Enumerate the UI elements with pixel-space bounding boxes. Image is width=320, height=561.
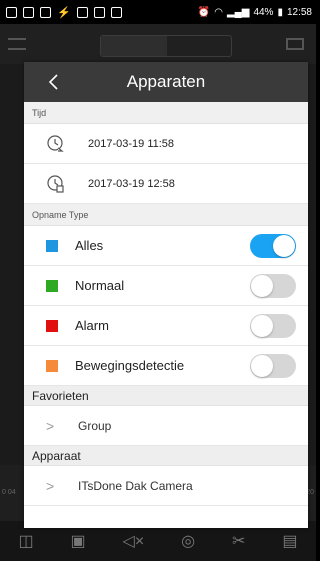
type-label: Bewegingsdetectie — [75, 358, 185, 373]
app-icon — [76, 6, 88, 18]
alarm-clock-icon: ⏰ — [197, 6, 211, 18]
toggle-knob — [251, 275, 273, 297]
menu-icon[interactable] — [8, 38, 26, 50]
battery-icon: ▮ — [277, 6, 283, 18]
toggle-knob — [251, 315, 273, 337]
flash-icon: ⚡ — [57, 6, 71, 19]
type-label: Alarm — [75, 318, 109, 333]
zoom-icon[interactable]: ◎ — [181, 531, 195, 551]
alarm-toggle[interactable] — [250, 314, 296, 338]
end-time-value: 2017-03-19 12:58 — [88, 177, 175, 190]
favorite-item-group[interactable]: > Group — [24, 406, 308, 446]
type-row-bewegingsdetectie: Bewegingsdetectie — [24, 346, 308, 386]
start-time-row[interactable]: 2017-03-19 11:58 — [24, 124, 308, 164]
linkedin-icon — [40, 6, 51, 18]
video-view-tab[interactable] — [101, 36, 167, 56]
end-time-icon — [47, 174, 64, 193]
notification-icons: ⚡ — [0, 6, 122, 19]
battery-percentage: 44% — [253, 6, 274, 18]
device-section-header: Apparaat — [24, 446, 308, 466]
color-swatch-red — [46, 319, 58, 332]
background-top-bar — [0, 24, 316, 64]
type-label: Alles — [75, 238, 104, 253]
timeline-label-left: 0 04 — [2, 489, 16, 496]
clock: 12:58 — [286, 6, 312, 18]
device-item[interactable]: > ITsDone Dak Camera — [24, 466, 308, 506]
bewegingsdetectie-toggle[interactable] — [250, 354, 296, 378]
status-bar: ⚡ ⏰ ◠ ▂▄▆ 44% ▮ 12:58 — [0, 0, 316, 24]
start-time-icon — [47, 134, 64, 152]
device-label: ITsDone Dak Camera — [78, 478, 193, 493]
time-section-header: Tijd — [24, 102, 308, 124]
favorite-label: Group — [78, 418, 112, 433]
panel-header: Apparaten — [24, 62, 308, 102]
normaal-toggle[interactable] — [250, 274, 296, 298]
alles-toggle[interactable] — [250, 234, 296, 258]
app-icon — [93, 6, 105, 18]
video-record-icon[interactable]: ▣ — [71, 531, 86, 551]
wifi-icon: ◠ — [214, 6, 223, 18]
type-row-alarm: Alarm — [24, 306, 308, 346]
view-mode-toggle[interactable] — [100, 35, 232, 57]
type-row-alles: Alles — [24, 226, 308, 266]
toggle-knob — [273, 235, 295, 257]
save-icon[interactable]: ▤ — [282, 531, 297, 551]
chevron-right-icon: > — [46, 477, 55, 494]
end-time-row[interactable]: 2017-03-19 12:58 — [24, 164, 308, 204]
recording-type-section-header: Opname Type — [24, 204, 308, 226]
start-time-value: 2017-03-19 11:58 — [88, 137, 175, 150]
type-label: Normaal — [75, 278, 125, 293]
mute-icon[interactable]: ◁× — [123, 531, 145, 551]
signal-icon: ▂▄▆ — [226, 6, 250, 18]
mail-icon — [23, 6, 34, 18]
color-swatch-green — [46, 279, 58, 292]
favorites-section-header: Favorieten — [24, 386, 308, 406]
color-swatch-blue — [46, 239, 58, 252]
back-arrow-icon[interactable] — [44, 72, 64, 92]
chevron-right-icon: > — [46, 417, 55, 434]
layout-icon[interactable] — [286, 38, 304, 50]
app-icon — [110, 6, 122, 18]
toggle-knob — [251, 355, 273, 377]
camera-icon[interactable]: ◫ — [18, 531, 33, 551]
notification-icon — [6, 6, 17, 18]
cut-icon[interactable]: ✂ — [232, 531, 245, 551]
color-swatch-orange — [46, 359, 58, 372]
panel-title: Apparaten — [126, 72, 206, 91]
type-row-normaal: Normaal — [24, 266, 308, 306]
device-filter-panel: Apparaten Tijd 2017-03-19 11:58 2017-03-… — [24, 62, 308, 528]
